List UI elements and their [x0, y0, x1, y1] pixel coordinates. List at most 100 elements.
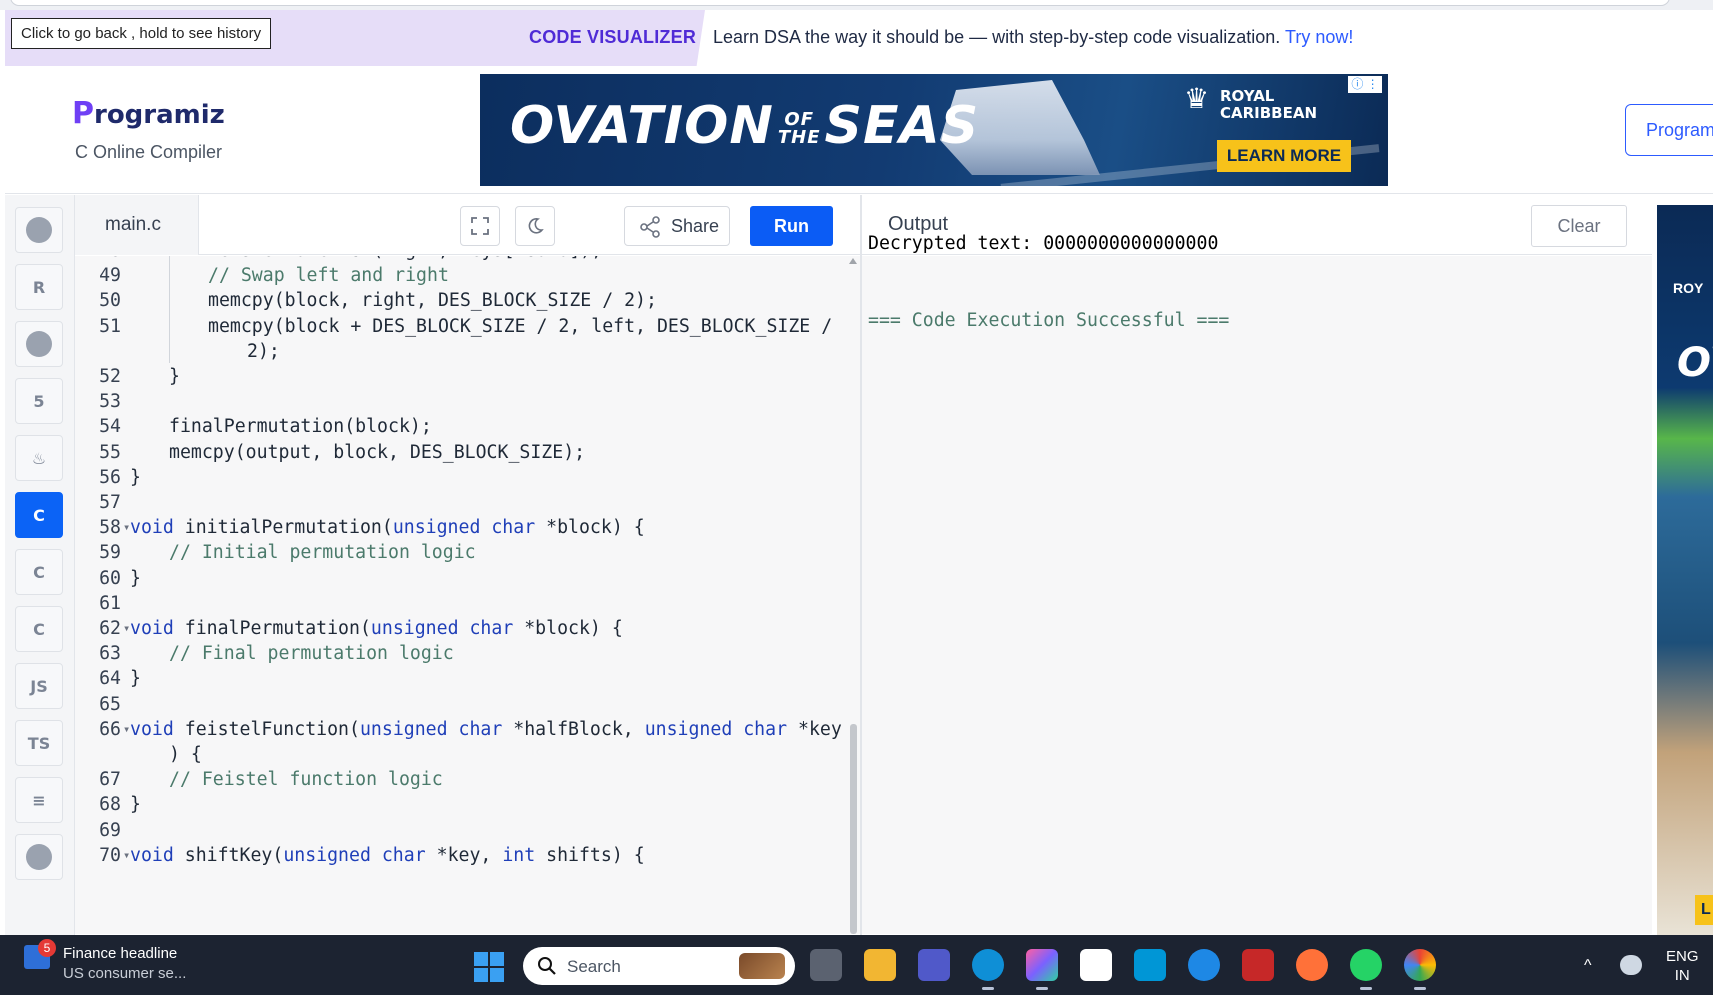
code-line[interactable]: ) {	[75, 741, 845, 768]
firefox-icon[interactable]	[1296, 949, 1328, 981]
language-csharp-button[interactable]: C	[15, 606, 63, 652]
code-line[interactable]: 52}	[75, 363, 845, 390]
language-html-button[interactable]: 5	[15, 378, 63, 424]
dark-mode-button[interactable]	[515, 206, 555, 246]
output-line: === Code Execution Successful ===	[868, 309, 1230, 331]
news-widget-icon[interactable]: 5	[24, 939, 56, 969]
adchoices-icon[interactable]: ⓘ ⋮	[1348, 76, 1382, 93]
language-javascript-button[interactable]: JS	[15, 663, 63, 709]
ad-learn-more-button[interactable]: LEARN MORE	[1217, 140, 1351, 172]
code-line[interactable]: 63 // Final permutation logic	[75, 640, 845, 667]
code-line[interactable]: 69	[75, 817, 845, 844]
show-hidden-icons-chevron-icon[interactable]: ^	[1584, 957, 1592, 975]
code-line[interactable]: 51 memcpy(block + DES_BLOCK_SIZE / 2, lef…	[75, 312, 845, 340]
html-icon: 5	[33, 391, 45, 411]
mcafee-icon[interactable]	[1242, 949, 1274, 981]
language-sidebar: R 5 ♨ C C C JS TS ≡	[5, 195, 75, 935]
myhp-icon[interactable]	[1134, 949, 1166, 981]
language-java-button[interactable]: ♨	[15, 435, 63, 481]
copilot-icon[interactable]	[1026, 949, 1058, 990]
side-ad-cta[interactable]: L	[1695, 895, 1713, 925]
language-indicator[interactable]: ENG IN	[1666, 947, 1699, 985]
code-line[interactable]: 67 // Feistel function logic	[75, 766, 845, 793]
code-line[interactable]: 57	[75, 489, 845, 516]
code-line[interactable]: 58 ▾ void initialPermutation(unsigned char…	[75, 514, 845, 541]
file-tab-main-c[interactable]: main.c	[75, 195, 199, 255]
language-sql-button[interactable]	[15, 321, 63, 367]
language-cpp-button[interactable]: C	[15, 549, 63, 595]
code-text: void finalPermutation(unsigned char *blo…	[130, 618, 623, 639]
scroll-up-arrow-icon[interactable]	[849, 258, 857, 264]
promo-try-now-link[interactable]: Try now!	[1285, 27, 1353, 47]
news-subline[interactable]: US consumer se...	[63, 965, 186, 982]
chrome-icon[interactable]	[1404, 949, 1436, 990]
microsoft-store-icon[interactable]	[1080, 949, 1112, 981]
code-line[interactable]: 62 ▾ void finalPermutation(unsigned char *…	[75, 615, 845, 642]
code-text: }	[169, 366, 180, 387]
cpp-icon: C	[33, 562, 45, 582]
teams-icon[interactable]	[918, 949, 950, 981]
code-editor[interactable]: 48feistelFunction(right, keys[round]);49…	[75, 256, 860, 934]
code-line[interactable]: 53	[75, 388, 845, 415]
code-line[interactable]: 59 // Initial permutation logic	[75, 539, 845, 566]
task-view-icon[interactable]	[810, 949, 842, 981]
language-python-button[interactable]	[15, 207, 63, 253]
clear-button[interactable]: Clear	[1531, 205, 1627, 247]
promo-brand: CODE VISUALIZER	[529, 27, 697, 47]
code-line[interactable]: 64}	[75, 665, 845, 692]
typescript-icon: TS	[27, 733, 51, 753]
csharp-icon: C	[33, 619, 45, 639]
taskbar-search[interactable]: Search	[523, 947, 795, 985]
code-line[interactable]: 68}	[75, 791, 845, 818]
code-line[interactable]: 60}	[75, 565, 845, 592]
run-button[interactable]: Run	[750, 206, 833, 246]
output-console[interactable]: Decrypted text: 0000000000000000 === Code…	[862, 233, 1652, 934]
ad-brand-line2: CARIBBEAN	[1220, 104, 1318, 122]
line-number: 56	[99, 466, 121, 488]
file-explorer-icon[interactable]	[864, 949, 896, 981]
code-line[interactable]: 66 ▾ void feistelFunction(unsigned char *h…	[75, 716, 845, 743]
programs-button[interactable]: Program	[1625, 104, 1713, 156]
code-line[interactable]: 50 memcpy(block, right, DES_BLOCK_SIZE / …	[75, 287, 845, 314]
language-php-button[interactable]	[15, 834, 63, 880]
code-text: 2);	[247, 340, 280, 362]
programiz-logo[interactable]: Programiz	[72, 96, 225, 131]
editor-scrollbar-thumb[interactable]	[850, 724, 857, 934]
help-icon[interactable]	[1188, 949, 1220, 981]
indent-guide	[169, 262, 170, 288]
share-button[interactable]: Share	[624, 206, 730, 246]
indent-guide	[169, 337, 170, 363]
code-text: }	[130, 668, 141, 690]
language-typescript-button[interactable]: TS	[15, 720, 63, 766]
windows-start-icon[interactable]	[474, 952, 504, 982]
code-line[interactable]: 56}	[75, 464, 845, 491]
side-ad-banner[interactable]: ROY OV L	[1657, 205, 1713, 935]
code-line[interactable]: 2);	[75, 337, 845, 365]
onedrive-icon[interactable]	[1620, 955, 1642, 975]
code-line[interactable]: 61	[75, 590, 845, 617]
r-icon: R	[32, 277, 46, 297]
windows-taskbar: 5 Finance headline US consumer se... Sea…	[0, 935, 1713, 995]
whatsapp-icon[interactable]	[1350, 949, 1382, 990]
language-line1: ENG	[1666, 948, 1699, 965]
code-text: // Initial permutation logic	[169, 542, 476, 564]
back-button-tooltip: Click to go back , hold to see history	[11, 18, 272, 49]
language-golang-button[interactable]: ≡	[15, 777, 63, 823]
code-line[interactable]: 65	[75, 691, 845, 718]
sql-icon	[26, 331, 52, 357]
address-bar[interactable]	[10, 0, 1670, 6]
fullscreen-button[interactable]	[460, 206, 500, 246]
line-number: 70	[99, 844, 121, 866]
ad-brand-line1: ROYAL	[1220, 87, 1275, 105]
code-text: }	[130, 567, 141, 589]
code-line[interactable]: 70 ▾ void shiftKey(unsigned char *key, int…	[75, 842, 845, 869]
ad-title-of-the: OF THE	[778, 111, 821, 147]
ovation-ad-banner[interactable]: OVATION OF THESEAS ♛ ROYAL CARIBBEAN LEARN M…	[480, 74, 1388, 186]
news-headline[interactable]: Finance headline	[63, 945, 177, 962]
code-line[interactable]: 49 // Swap left and right	[75, 262, 845, 289]
code-line[interactable]: 54 finalPermutation(block);	[75, 413, 845, 440]
language-r-button[interactable]: R	[15, 264, 63, 310]
code-line[interactable]: 55 memcpy(output, block, DES_BLOCK_SIZE);	[75, 439, 845, 466]
language-c-button[interactable]: C	[15, 492, 63, 538]
edge-icon[interactable]	[972, 949, 1004, 990]
